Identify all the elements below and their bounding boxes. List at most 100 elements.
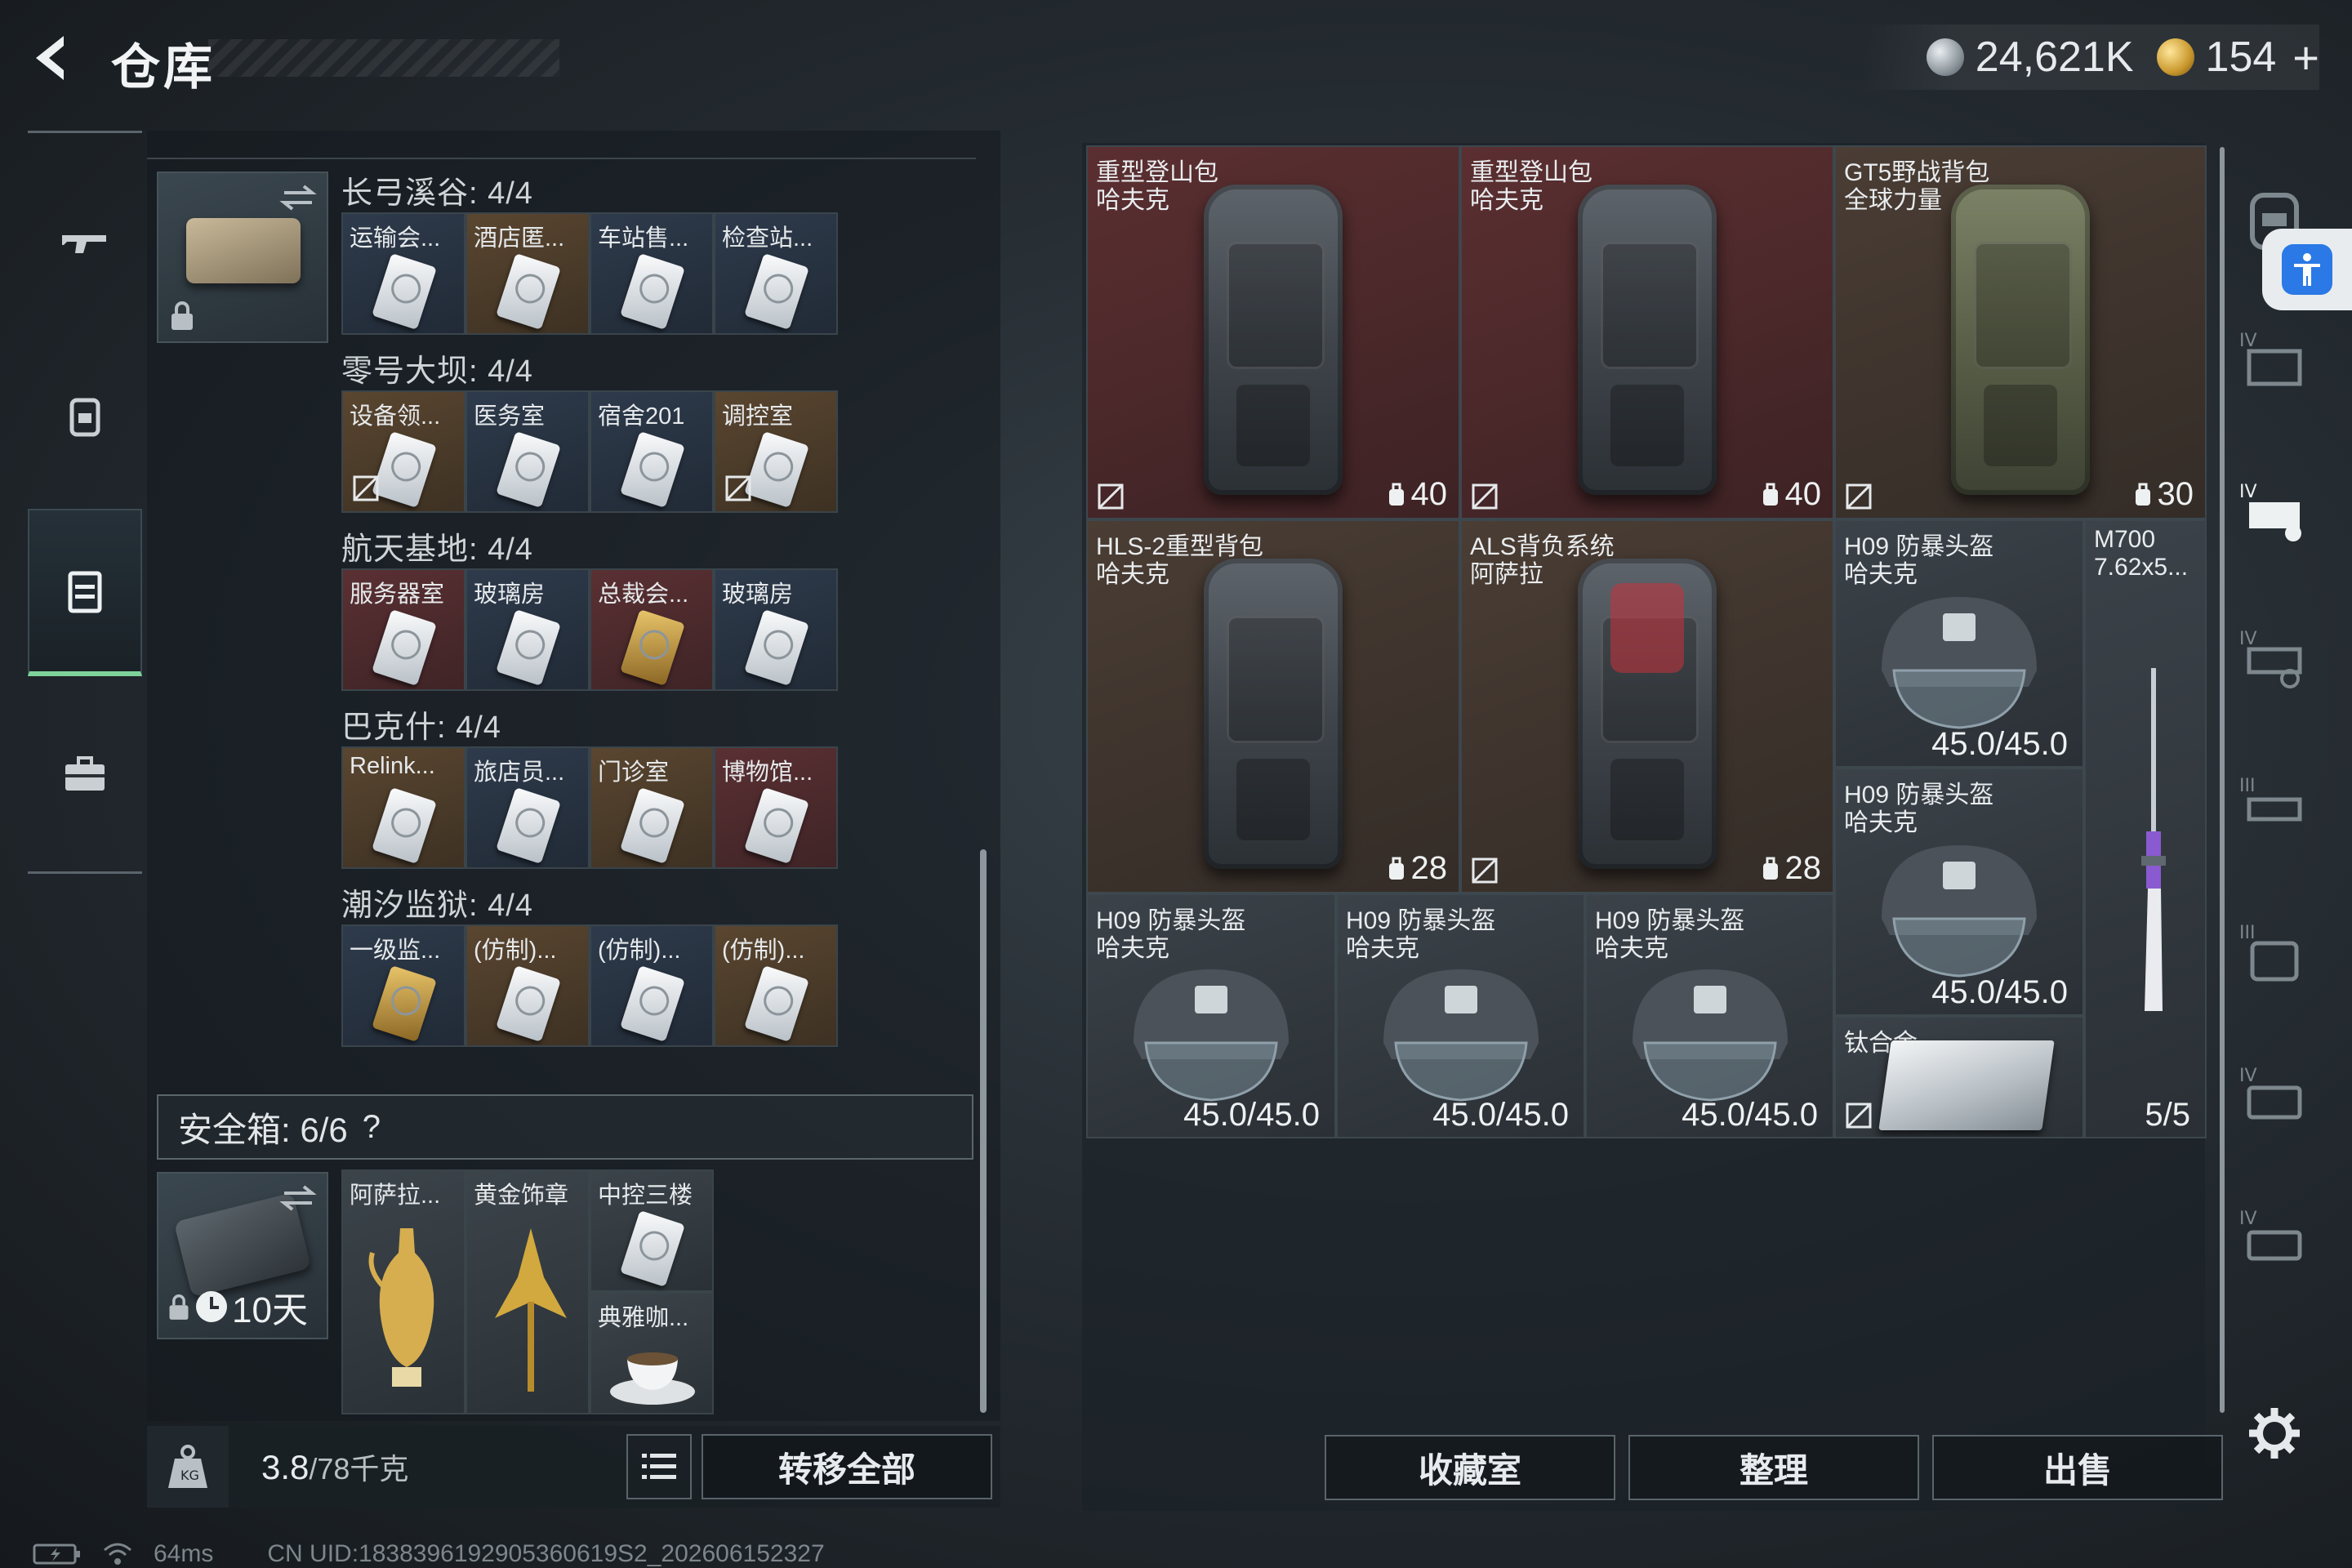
key-case-image [186,218,301,283]
key-label: 调控室 [722,403,794,430]
stash-item-backpack[interactable]: ALS背负系统 阿萨拉 28 [1460,519,1834,893]
tier-iv-filter-active-icon[interactable]: IV [2238,478,2311,551]
key-label: (仿制)... [722,938,805,964]
capacity: 40 [1761,476,1821,513]
stash-item-helmet[interactable]: H09 防暴头盔 哈夫克 45.0/45.0 [1585,893,1834,1138]
list-view-button[interactable] [626,1434,692,1499]
backpack-image [1204,559,1343,870]
key-slot[interactable]: 旅店员... [466,746,590,869]
safe-item[interactable]: 黄金饰章 [466,1169,590,1414]
back-arrow-icon[interactable] [24,29,82,87]
capacity-value: 28 [1410,850,1448,886]
battery-icon [33,1544,80,1565]
accessibility-button[interactable] [2262,229,2352,310]
key-slot[interactable]: (仿制)... [590,924,714,1047]
key-slot[interactable]: 运输会... [341,212,466,335]
keycard-icon [372,608,437,687]
rail-item-gear[interactable] [28,354,142,476]
group-title: 航天基地: 4/4 [341,532,533,567]
key-slot[interactable]: 调控室 [714,390,838,513]
stash-item-helmet[interactable]: H09 防暴头盔 哈夫克 45.0/45.0 [1336,893,1585,1138]
unmarked-icon [1846,483,1872,510]
key-row: 一级监... (仿制)... (仿制)... (仿制)... [341,924,838,1047]
gear-icon[interactable] [2246,1405,2303,1462]
currency-secondary[interactable]: 154 + [2156,31,2319,84]
organize-button[interactable]: 整理 [1628,1435,1919,1500]
key-slot[interactable]: (仿制)... [714,924,838,1047]
stash-grid: 重型登山包 哈夫克 40 重型登山包 哈夫克 40 GT5野战背包 全球力量 3… [1086,145,2207,1138]
svg-text:III: III [2239,776,2255,796]
key-slot[interactable]: 玻璃房 [714,568,838,691]
keycard-icon [496,608,561,687]
weight-readout: 3.8/78千克 [261,1446,408,1488]
stash-item-rifle[interactable]: M700 7.62x5... 5/5 [2084,519,2207,1138]
swap-icon[interactable] [279,1182,317,1214]
keycard-icon [620,1209,685,1288]
safe-box-container[interactable]: 10天 [157,1172,328,1339]
sell-button[interactable]: 出售 [1932,1435,2223,1500]
key-slot[interactable]: 玻璃房 [466,568,590,691]
safe-item[interactable]: 阿萨拉... [341,1169,466,1414]
svg-text:III: III [2239,923,2255,943]
help-icon[interactable]: ? [363,1109,381,1146]
key-slot[interactable]: 门诊室 [590,746,714,869]
page-title: 仓库 [111,40,216,95]
group-title: 零号大坝: 4/4 [341,354,533,389]
helmet-image [1632,969,1788,1102]
tier-iv-filter-icon[interactable]: IV [2238,1062,2311,1135]
transfer-all-button[interactable]: 转移全部 [702,1434,992,1499]
stash-item-helmet[interactable]: H09 防暴头盔 哈夫克 45.0/45.0 [1834,768,2084,1016]
stash-item-backpack[interactable]: 重型登山包 哈夫克 40 [1460,145,1834,519]
unmarked-icon [1846,1102,1872,1129]
stash-item-backpack[interactable]: GT5野战背包 全球力量 30 [1834,145,2207,519]
tier-iii-filter-icon[interactable]: III [2238,772,2311,845]
keycard-icon [620,786,685,865]
safe-item[interactable]: 中控三楼 [590,1169,714,1292]
stash-item-backpack[interactable]: HLS-2重型背包 哈夫克 28 [1086,519,1460,893]
capacity-icon [2135,483,2150,506]
rail-item-supplies[interactable] [28,713,142,835]
unmarked-icon [353,475,379,501]
key-slot[interactable]: 博物馆... [714,746,838,869]
key-slot[interactable]: 服务器室 [341,568,466,691]
capacity-value: 40 [1410,476,1448,512]
key-slot[interactable]: 酒店匿... [466,212,590,335]
stash-item-helmet[interactable]: H09 防暴头盔 哈夫克 45.0/45.0 [1086,893,1336,1138]
key-slot[interactable]: 一级监... [341,924,466,1047]
capacity: 28 [1761,850,1821,887]
stash-item-helmet[interactable]: H09 防暴头盔 哈夫克 45.0/45.0 [1834,519,2084,768]
safe-box-timer: 10天 [167,1281,308,1333]
key-label: 运输会... [350,225,441,252]
key-case-container[interactable] [157,172,328,343]
key-slot[interactable]: 医务室 [466,390,590,513]
durability: 45.0/45.0 [1931,726,2068,762]
group-title: 长弓溪谷: 4/4 [341,176,533,211]
capacity: 40 [1387,476,1448,513]
tier-iii-filter-icon[interactable]: III [2238,919,2311,992]
rail-item-storage[interactable] [28,509,142,676]
key-slot[interactable]: (仿制)... [466,924,590,1047]
key-slot[interactable]: Relink... [341,746,466,869]
tier-iv-filter-icon[interactable]: IV [2238,1205,2311,1278]
safe-item[interactable]: 典雅咖... [590,1292,714,1414]
stash-item-backpack[interactable]: 重型登山包 哈夫克 40 [1086,145,1460,519]
key-slot[interactable]: 宿舍201 [590,390,714,513]
collection-room-button[interactable]: 收藏室 [1325,1435,1615,1500]
keycard-icon [372,430,437,509]
key-slot[interactable]: 设备领... [341,390,466,513]
list-icon [642,1454,676,1479]
stash-item-ingot[interactable]: 钛合金 [1834,1016,2084,1138]
durability: 45.0/45.0 [1931,974,2068,1010]
left-scrollbar[interactable] [980,849,987,1413]
key-slot[interactable]: 车站售... [590,212,714,335]
key-slot[interactable]: 检查站... [714,212,838,335]
tier-iv-filter-icon[interactable]: IV [2238,327,2311,400]
rail-item-weapons[interactable] [28,182,142,305]
backpack-image [1951,185,2090,496]
backpack-image [1578,559,1717,870]
add-currency-button[interactable]: + [2292,31,2319,84]
right-scrollbar[interactable] [2220,147,2225,1413]
swap-icon[interactable] [279,181,317,214]
tier-iv-filter-icon[interactable]: IV [2238,625,2311,698]
key-slot[interactable]: 总裁会... [590,568,714,691]
